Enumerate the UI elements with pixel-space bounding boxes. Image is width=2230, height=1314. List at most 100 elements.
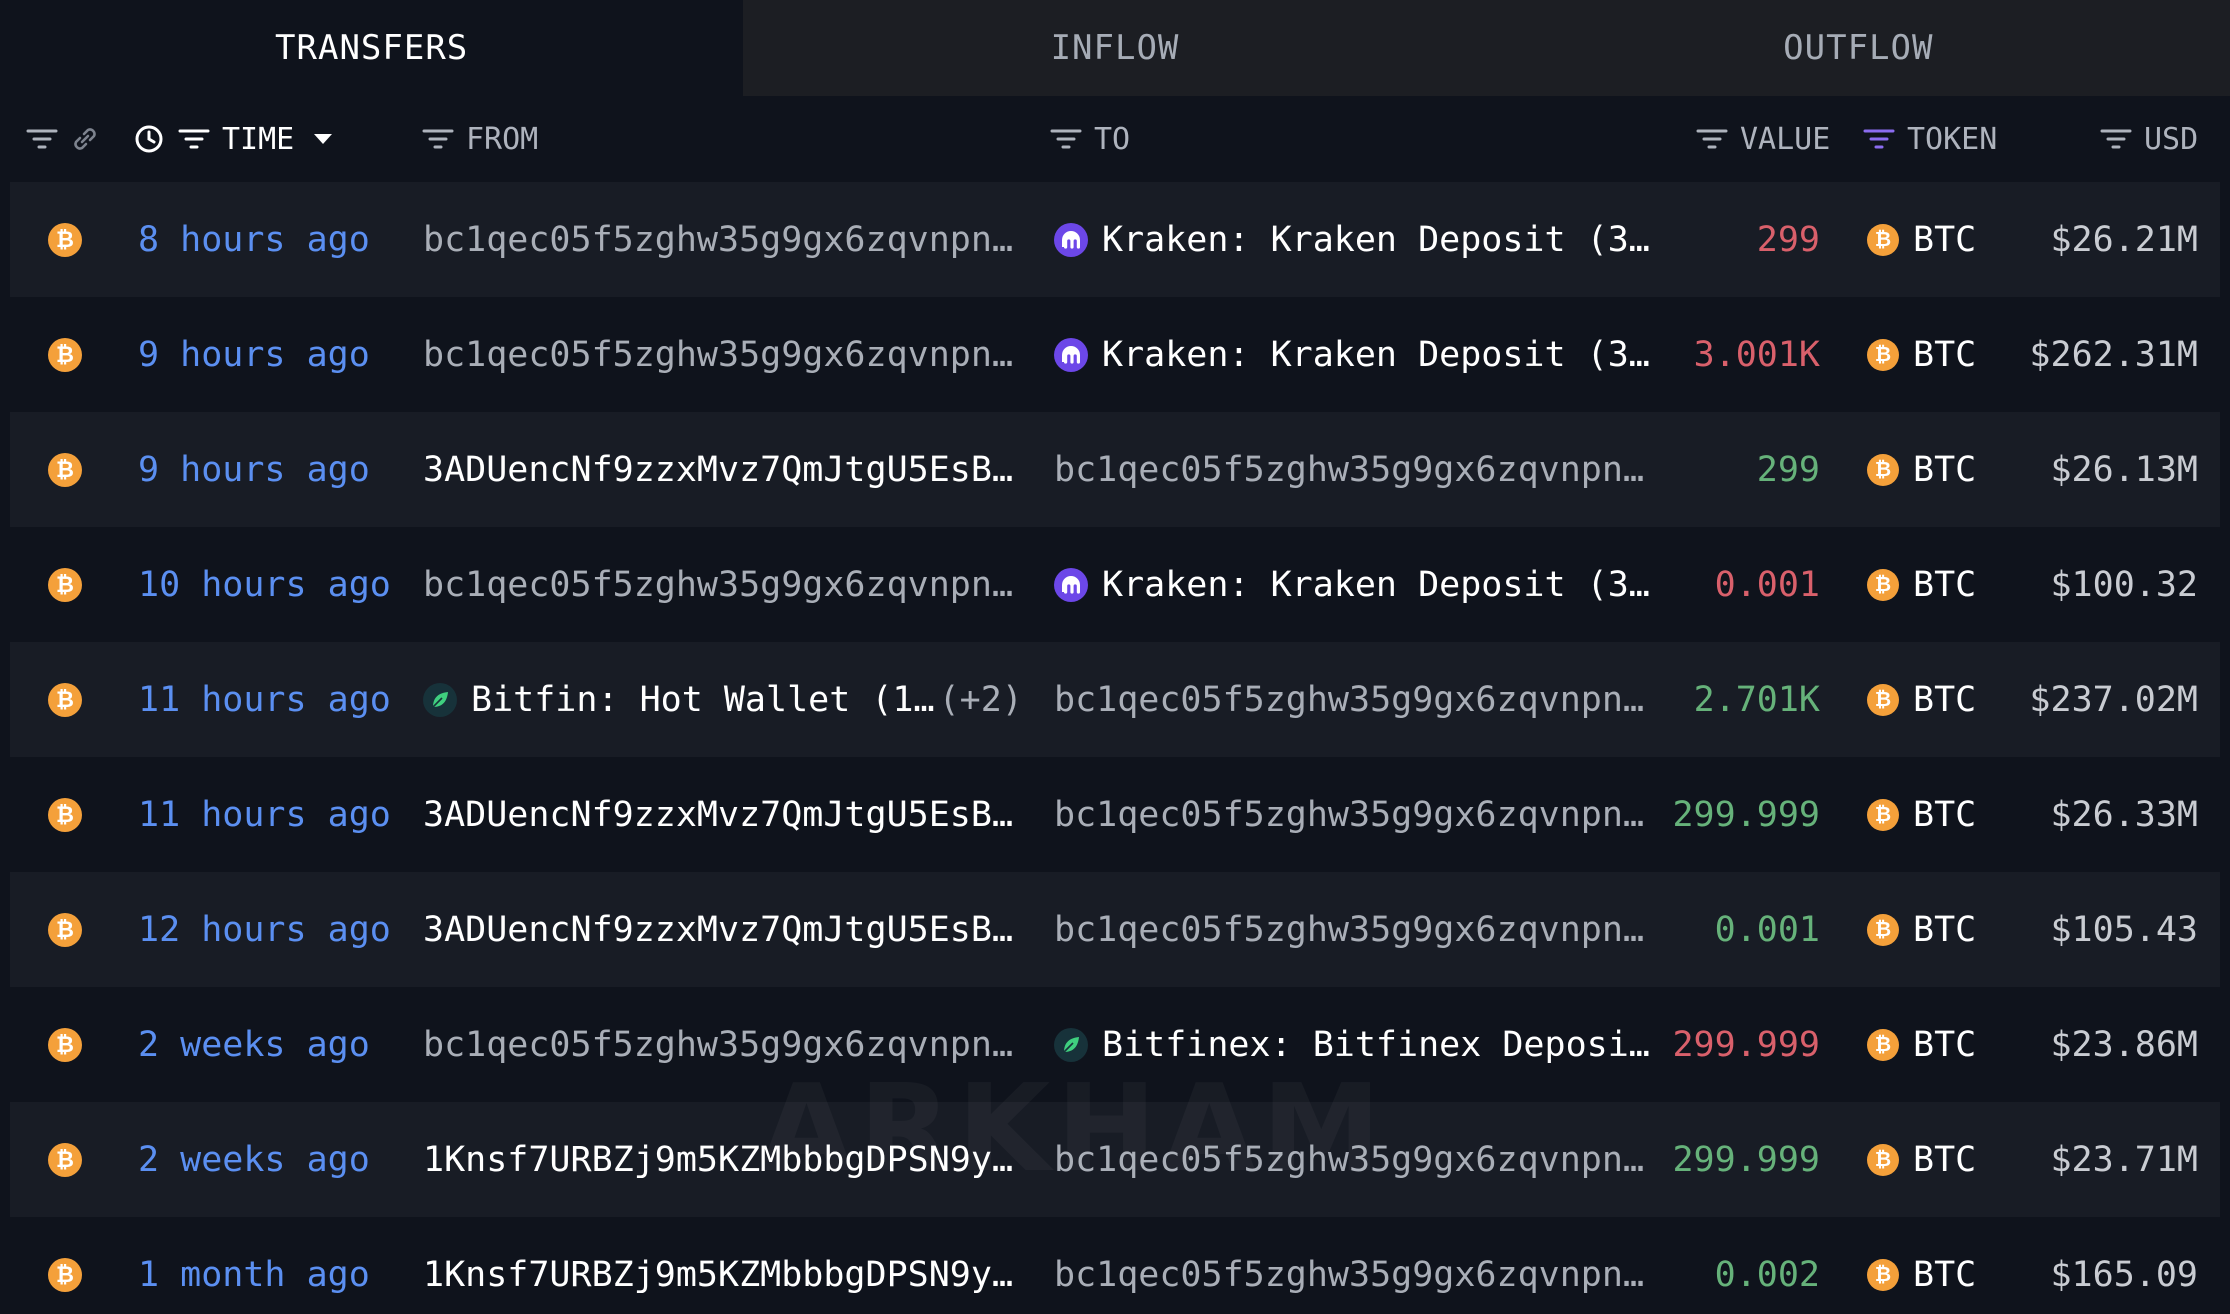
token-symbol: BTC (1913, 449, 1977, 490)
from-entity-name[interactable]: Bitfin: Hot Wallet (1… (471, 680, 935, 720)
tab-outflow[interactable]: OUTFLOW (1486, 0, 2230, 96)
clock-icon (135, 125, 163, 153)
token-cell[interactable]: ₿ BTC (1867, 297, 1976, 412)
bitcoin-icon: ₿ (1867, 1028, 1899, 1061)
to-address[interactable]: bc1qec05f5zghw35g9gx6zqvnpn… (1054, 450, 1644, 490)
bitcoin-icon: ₿ (1867, 1143, 1899, 1176)
time-link[interactable]: 2 weeks ago (138, 1102, 370, 1217)
value-column-header[interactable]: VALUE (1696, 96, 1830, 182)
token-cell[interactable]: ₿ BTC (1867, 642, 1976, 757)
to-address[interactable]: bc1qec05f5zghw35g9gx6zqvnpn… (1054, 680, 1644, 720)
to-column-header[interactable]: TO (1050, 96, 1130, 182)
time-link[interactable]: 11 hours ago (138, 642, 391, 757)
table-row[interactable]: ₿ 1 month ago 1Knsf7URBZj9m5KZMbbbgDPSN9… (10, 1217, 2220, 1314)
from-entity[interactable]: Bitfin: Hot Wallet (1… (+2) (423, 680, 1023, 720)
table-row[interactable]: ₿ 9 hours ago 3ADUencNf9zzxMvz7QmJtgU5Es… (10, 412, 2220, 527)
table-row[interactable]: ₿ 12 hours ago 3ADUencNf9zzxMvz7QmJtgU5E… (10, 872, 2220, 987)
link-button[interactable] (70, 96, 100, 182)
table-row[interactable]: ₿ 2 weeks ago bc1qec05f5zghw35g9gx6zqvnp… (10, 987, 2220, 1102)
token-cell[interactable]: ₿ BTC (1867, 1102, 1976, 1217)
token-cell[interactable]: ₿ BTC (1867, 412, 1976, 527)
to-address[interactable]: bc1qec05f5zghw35g9gx6zqvnpn… (1054, 1140, 1644, 1180)
usd-cell: $26.33M (2050, 794, 2198, 835)
usd-cell: $23.86M (2050, 1024, 2198, 1065)
chain-cell: ₿ (48, 757, 82, 872)
tab-inflow[interactable]: INFLOW (743, 0, 1487, 96)
token-cell[interactable]: ₿ BTC (1867, 757, 1976, 872)
to-entity-name[interactable]: Kraken: Kraken Deposit (3… (1102, 565, 1650, 605)
table-row[interactable]: ₿ 2 weeks ago 1Knsf7URBZj9m5KZMbbbgDPSN9… (10, 1102, 2220, 1217)
from-address[interactable]: 3ADUencNf9zzxMvz7QmJtgU5EsB… (423, 910, 1013, 950)
time-link[interactable]: 2 weeks ago (138, 987, 370, 1102)
usd-cell: $237.02M (2029, 679, 2198, 720)
token-column-header[interactable]: TOKEN (1863, 96, 1997, 182)
filter-all-button[interactable] (26, 96, 58, 182)
to-cell: bc1qec05f5zghw35g9gx6zqvnpn… (1054, 757, 1664, 872)
to-address[interactable]: bc1qec05f5zghw35g9gx6zqvnpn… (1054, 795, 1644, 835)
table-row[interactable]: ₿ 8 hours ago bc1qec05f5zghw35g9gx6zqvnp… (10, 182, 2220, 297)
filter-icon[interactable] (1050, 125, 1082, 153)
table-row[interactable]: ₿ 10 hours ago bc1qec05f5zghw35g9gx6zqvn… (10, 527, 2220, 642)
bitcoin-icon: ₿ (48, 337, 82, 372)
time-column-header[interactable]: TIME (134, 96, 334, 182)
entity-extra-count[interactable]: (+2) (939, 680, 1023, 720)
from-address[interactable]: 3ADUencNf9zzxMvz7QmJtgU5EsB… (423, 795, 1013, 835)
chain-cell: ₿ (48, 297, 82, 412)
table-row[interactable]: ₿ 11 hours ago 3ADUencNf9zzxMvz7QmJtgU5E… (10, 757, 2220, 872)
usd-column-header[interactable]: USD (2100, 96, 2198, 182)
to-entity-name[interactable]: Bitfinex: Bitfinex Deposi… (1102, 1025, 1650, 1065)
time-link[interactable]: 9 hours ago (138, 412, 370, 527)
table-row[interactable]: ₿ 11 hours ago Bitfin: Hot Wallet (1… (+2… (10, 642, 2220, 757)
table-row[interactable]: ₿ 9 hours ago bc1qec05f5zghw35g9gx6zqvnp… (10, 297, 2220, 412)
value-cell: 299.999 (1672, 794, 1820, 835)
from-address[interactable]: bc1qec05f5zghw35g9gx6zqvnpn… (423, 565, 1013, 605)
filter-icon[interactable] (1696, 125, 1728, 153)
sort-down-icon[interactable] (312, 132, 334, 146)
token-cell[interactable]: ₿ BTC (1867, 527, 1976, 642)
to-entity[interactable]: Kraken: Kraken Deposit (3… (1054, 565, 1650, 605)
to-entity[interactable]: Bitfinex: Bitfinex Deposi… (1054, 1025, 1650, 1065)
usd-cell: $165.09 (2050, 1254, 2198, 1295)
to-entity[interactable]: Kraken: Kraken Deposit (3… (1054, 335, 1650, 375)
value-cell: 299 (1756, 219, 1820, 260)
to-address[interactable]: bc1qec05f5zghw35g9gx6zqvnpn… (1054, 1255, 1644, 1295)
token-symbol: BTC (1913, 679, 1977, 720)
filter-icon[interactable] (178, 125, 210, 153)
token-cell[interactable]: ₿ BTC (1867, 872, 1976, 987)
time-link[interactable]: 11 hours ago (138, 757, 391, 872)
from-address[interactable]: bc1qec05f5zghw35g9gx6zqvnpn… (423, 1025, 1013, 1065)
from-cell: 1Knsf7URBZj9m5KZMbbbgDPSN9y… (423, 1217, 1028, 1314)
filter-icon[interactable] (2100, 125, 2132, 153)
time-link[interactable]: 8 hours ago (138, 182, 370, 297)
from-address[interactable]: 1Knsf7URBZj9m5KZMbbbgDPSN9y… (423, 1255, 1013, 1295)
filter-icon[interactable] (422, 125, 454, 153)
token-cell[interactable]: ₿ BTC (1867, 1217, 1976, 1314)
time-link[interactable]: 12 hours ago (138, 872, 391, 987)
filter-active-icon[interactable] (1863, 125, 1895, 153)
to-cell: bc1qec05f5zghw35g9gx6zqvnpn… (1054, 1217, 1664, 1314)
time-link[interactable]: 10 hours ago (138, 527, 391, 642)
time-link[interactable]: 9 hours ago (138, 297, 370, 412)
usd-column-label: USD (2144, 121, 2199, 157)
value-cell: 299 (1756, 449, 1820, 490)
bitcoin-icon: ₿ (48, 1027, 82, 1062)
from-address[interactable]: bc1qec05f5zghw35g9gx6zqvnpn… (423, 335, 1013, 375)
tab-transfers[interactable]: TRANSFERS (0, 0, 744, 96)
bitfinex-logo-icon (1054, 1027, 1088, 1062)
to-entity-name[interactable]: Kraken: Kraken Deposit (3… (1102, 220, 1650, 260)
bitcoin-icon: ₿ (1867, 453, 1899, 486)
token-cell[interactable]: ₿ BTC (1867, 182, 1976, 297)
from-address[interactable]: bc1qec05f5zghw35g9gx6zqvnpn… (423, 220, 1013, 260)
to-entity-name[interactable]: Kraken: Kraken Deposit (3… (1102, 335, 1650, 375)
bitcoin-icon: ₿ (1867, 1258, 1899, 1291)
to-entity[interactable]: Kraken: Kraken Deposit (3… (1054, 220, 1650, 260)
from-column-header[interactable]: FROM (422, 96, 538, 182)
time-link[interactable]: 1 month ago (138, 1217, 370, 1314)
token-cell[interactable]: ₿ BTC (1867, 987, 1976, 1102)
value-cell: 299.999 (1672, 1024, 1820, 1065)
from-address[interactable]: 1Knsf7URBZj9m5KZMbbbgDPSN9y… (423, 1140, 1013, 1180)
from-address[interactable]: 3ADUencNf9zzxMvz7QmJtgU5EsB… (423, 450, 1013, 490)
to-address[interactable]: bc1qec05f5zghw35g9gx6zqvnpn… (1054, 910, 1644, 950)
to-cell: Kraken: Kraken Deposit (3… (1054, 182, 1664, 297)
bitcoin-icon: ₿ (1867, 568, 1899, 601)
